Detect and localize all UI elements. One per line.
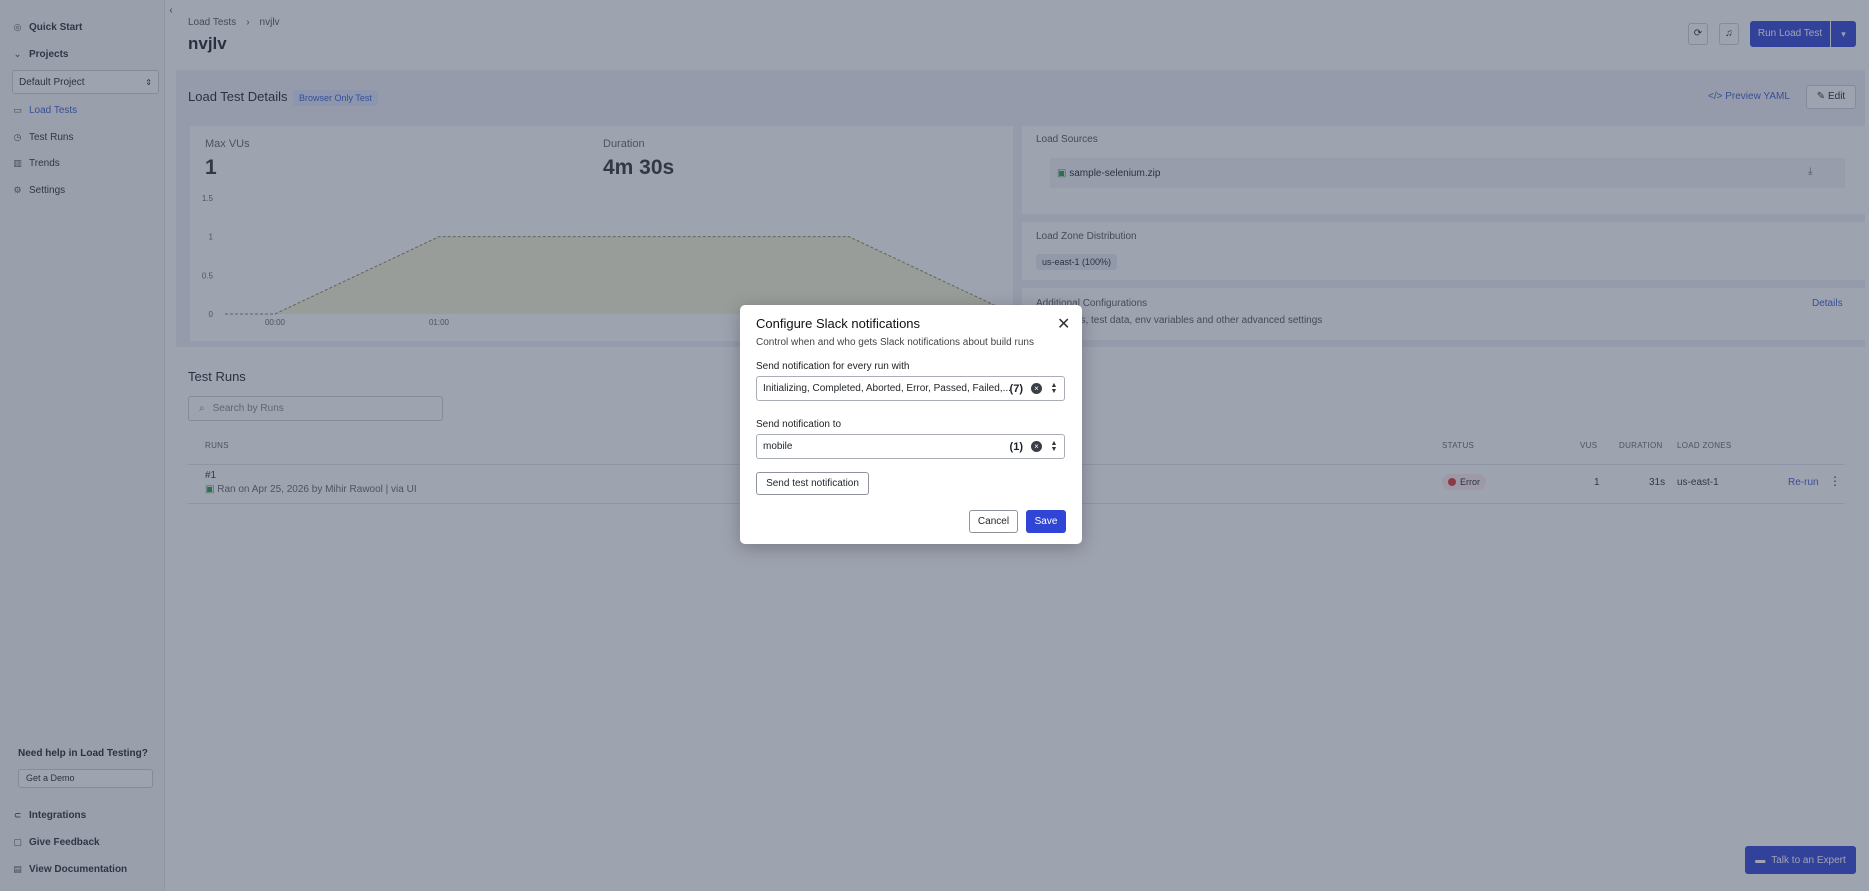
status-field-label: Send notification for every run with [756,361,910,372]
recipient-count: (1) [1009,440,1023,453]
recipient-value: mobile [763,441,793,452]
chevron-updown-icon[interactable]: ▲ ▼ [1050,382,1058,395]
modal-subtitle: Control when and who gets Slack notifica… [756,337,1034,348]
send-test-notification-button[interactable]: Send test notification [756,472,869,495]
clear-icon[interactable]: × [1031,441,1042,452]
status-multiselect[interactable]: Initializing, Completed, Aborted, Error,… [756,376,1065,401]
slack-notifications-modal: Configure Slack notifications ✕ Control … [740,305,1082,544]
chevron-updown-icon[interactable]: ▲ ▼ [1050,440,1058,453]
close-icon[interactable]: ✕ [1057,314,1070,334]
status-value: Initializing, Completed, Aborted, Error,… [763,383,1010,394]
recipient-multiselect[interactable]: mobile (1) × ▲ ▼ [756,434,1065,459]
clear-icon[interactable]: × [1031,383,1042,394]
status-count: (7) [1009,382,1023,395]
cancel-button[interactable]: Cancel [969,510,1018,533]
save-button[interactable]: Save [1026,510,1066,533]
modal-title: Configure Slack notifications [756,316,921,331]
recipient-field-label: Send notification to [756,419,842,430]
